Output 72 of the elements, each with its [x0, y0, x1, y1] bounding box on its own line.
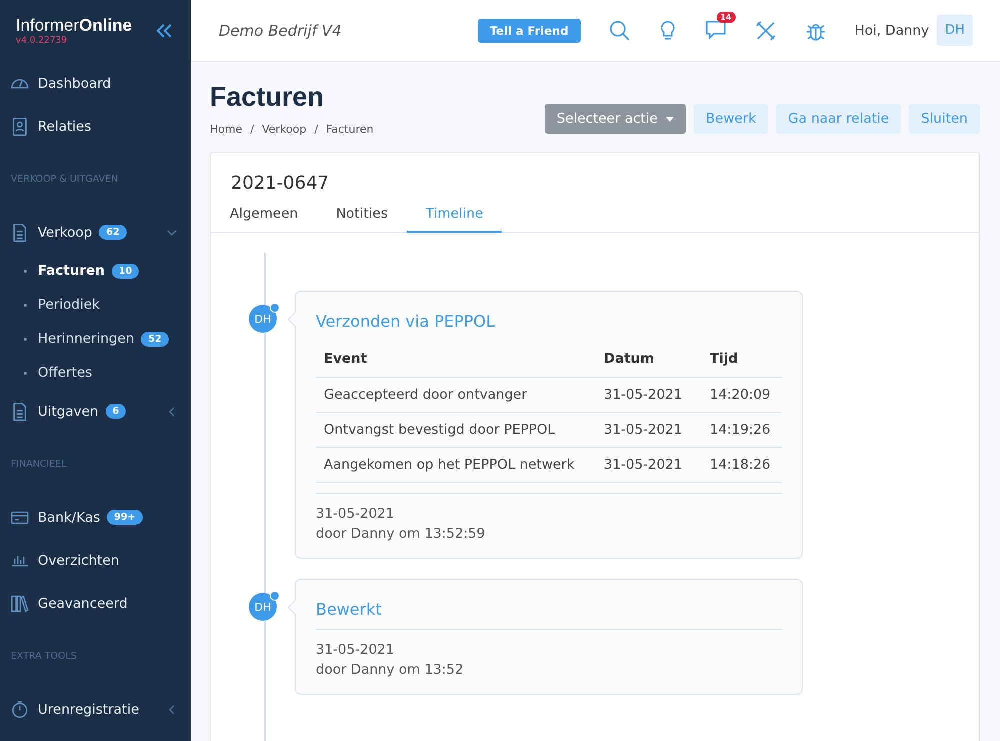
nav-item[interactable]: Geavanceerd — [0, 582, 191, 625]
user-avatar: DH — [249, 305, 277, 333]
nav-item[interactable]: Dashboard — [0, 62, 191, 105]
invoice-number: 2021-0647 — [230, 172, 330, 196]
table-cell: 31-05-2021 — [596, 448, 702, 482]
nav-item[interactable]: Relaties — [0, 105, 191, 148]
nav-item[interactable]: Urenregistratie — [0, 688, 191, 731]
tab[interactable]: Notities — [317, 202, 407, 233]
breadcrumb-separator: / — [250, 123, 254, 136]
contact-icon — [11, 118, 29, 136]
nav-item[interactable]: Uitgaven 6 — [0, 390, 191, 433]
greeting: Hoi, Danny — [854, 22, 930, 38]
page-title: Facturen — [210, 82, 326, 113]
count-badge: 99+ — [107, 510, 143, 525]
nav-label: Bank/Kas — [38, 510, 100, 526]
doc-icon — [11, 402, 29, 420]
company-name: Demo Bedrijf V4 — [219, 22, 342, 40]
table-cell: 14:20:09 — [702, 378, 782, 412]
event-author: door Danny om 13:52:59 — [316, 525, 486, 544]
nav-label: Geavanceerd — [38, 596, 128, 612]
submenu-item[interactable]: Periodiek — [0, 288, 191, 322]
doc-icon — [11, 224, 29, 242]
column-header: Tijd — [702, 341, 782, 378]
tools-icon[interactable] — [754, 20, 777, 42]
count-badge: 62 — [99, 225, 127, 240]
search-icon[interactable] — [608, 20, 631, 42]
table-cell: Ontvangst bevestigd door PEPPOL — [316, 412, 596, 448]
event-title: Bewerkt — [316, 600, 383, 619]
submenu-item[interactable]: Facturen 10 — [0, 254, 191, 288]
count-badge: 6 — [106, 404, 126, 419]
event-title: Verzonden via PEPPOL — [316, 312, 496, 331]
nav-label: Verkoop — [38, 224, 92, 240]
breadcrumb-item[interactable]: Home — [210, 123, 242, 136]
submenu-item[interactable]: Offertes — [0, 356, 191, 390]
user-avatar: DH — [249, 593, 277, 621]
timer-icon — [11, 700, 29, 718]
table-cell: 14:19:26 — [702, 412, 782, 448]
collapse-icon[interactable] — [155, 23, 173, 39]
notification-badge: 14 — [716, 12, 736, 22]
nav-item[interactable]: Bank/Kas 99+ — [0, 496, 191, 539]
column-header: Datum — [596, 341, 702, 378]
books-icon — [11, 594, 29, 612]
breadcrumb-item: Facturen — [326, 123, 374, 136]
section-header: VERKOOP & UITGAVEN — [10, 173, 120, 187]
table-cell: 31-05-2021 — [596, 412, 702, 448]
table-cell: Aangekomen op het PEPPOL netwerk — [316, 448, 596, 482]
section-header: EXTRA TOOLS — [10, 650, 78, 664]
app-logo: InformerOnline — [16, 16, 132, 36]
table-cell: 31-05-2021 — [596, 378, 702, 412]
count-badge: 52 — [141, 332, 169, 346]
event-author: door Danny om 13:52 — [316, 661, 465, 680]
caret-icon — [666, 116, 674, 122]
section-header: FINANCIEEL — [10, 458, 68, 472]
event-date: 31-05-2021 — [316, 641, 396, 660]
nav-item[interactable]: Verkoop 62 — [0, 211, 191, 254]
breadcrumb-item[interactable]: Verkoop — [262, 123, 307, 136]
column-header: Event — [316, 341, 596, 378]
table-cell: Geaccepteerd door ontvanger — [316, 378, 596, 412]
lightbulb-icon[interactable] — [658, 20, 677, 42]
nav-label: Dashboard — [38, 76, 112, 92]
breadcrumb-separator: / — [314, 123, 318, 136]
nav-item[interactable]: Overzichten — [0, 539, 191, 582]
tab[interactable]: Algemeen — [211, 202, 318, 233]
submenu-item[interactable]: Herinneringen 52 — [0, 322, 191, 356]
nav-label: Urenregistratie — [38, 702, 140, 718]
nav-label: Overzichten — [38, 552, 120, 568]
table-cell: 14:18:26 — [702, 448, 782, 482]
event-date: 31-05-2021 — [316, 505, 396, 524]
version-label: v4.0.22739 — [16, 36, 68, 46]
count-badge: 10 — [112, 264, 140, 278]
nav-label: Relaties — [38, 118, 92, 134]
nav-label: Uitgaven — [38, 404, 99, 420]
